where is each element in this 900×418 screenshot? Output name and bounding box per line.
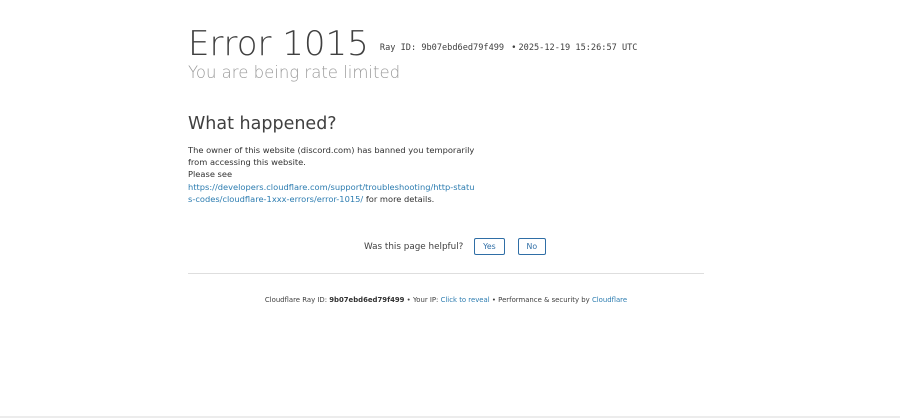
ray-timestamp: 2025-12-19 15:26:57 UTC	[518, 43, 638, 53]
reveal-ip-link[interactable]: Click to reveal	[441, 296, 490, 304]
feedback-row: Was this page helpful? Yes No	[364, 238, 556, 255]
ray-id-label: Ray ID:	[379, 43, 417, 53]
error-title: Error 1015	[188, 24, 369, 64]
error-subtitle: You are being rate limited	[188, 63, 401, 82]
divider	[188, 273, 704, 274]
ban-explanation: The owner of this website (discord.com) …	[188, 145, 475, 168]
footer-ray-id: 9b07ebd6ed79f499	[329, 296, 405, 304]
footer: Cloudflare Ray ID: 9b07ebd6ed79f499 • Yo…	[188, 296, 704, 304]
footer-ip-label: Your IP:	[412, 296, 439, 304]
feedback-question: Was this page helpful?	[364, 241, 464, 252]
ray-id-line: Ray ID: 9b07ebd6ed79f499 • 2025-12-19 15:…	[380, 43, 638, 53]
after-link-text: for more details.	[365, 193, 435, 204]
what-happened-heading: What happened?	[188, 114, 337, 134]
error-header: Error 1015 Ray ID: 9b07ebd6ed79f499 • 202…	[188, 24, 637, 64]
footer-perf-label: Performance & security by	[498, 296, 590, 304]
ray-id-value: 9b07ebd6ed79f499	[421, 43, 505, 53]
footer-sep-1: •	[406, 296, 411, 304]
what-happened-body: The owner of this website (discord.com) …	[188, 144, 478, 205]
please-see-text: Please see	[188, 169, 233, 180]
ray-separator: •	[511, 43, 517, 53]
footer-ray-label: Cloudflare Ray ID:	[264, 296, 328, 304]
docs-link-line: https://developers.cloudflare.com/suppor…	[188, 181, 478, 205]
footer-sep-2: •	[491, 296, 496, 304]
cloudflare-link[interactable]: Cloudflare	[592, 296, 627, 304]
no-button[interactable]: No	[517, 238, 547, 255]
yes-button[interactable]: Yes	[474, 238, 505, 255]
